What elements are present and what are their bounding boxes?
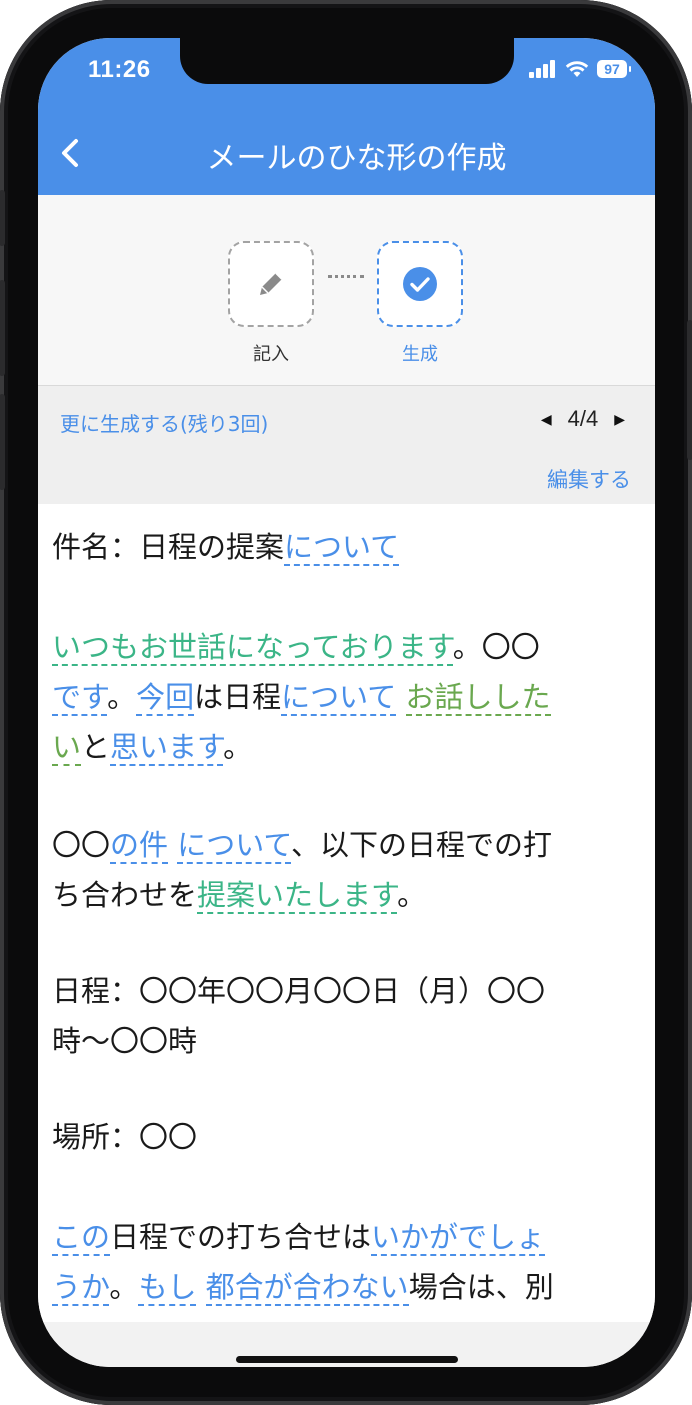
mute-switch xyxy=(0,190,5,246)
phrase-suggestion[interactable]: 都合が合わない xyxy=(205,1270,409,1306)
email-paragraph-2: 〇〇の件 について、以下の日程での打ち合わせを提案いたします。 xyxy=(52,820,642,920)
body-text: 。 xyxy=(107,680,137,714)
phrase-suggestion[interactable]: この xyxy=(52,1220,111,1256)
pencil-icon xyxy=(260,272,283,295)
status-icons: 97 xyxy=(529,60,631,78)
phrase-suggestion[interactable]: について xyxy=(284,530,400,566)
phrase-suggestion[interactable]: いつもお世話になっております xyxy=(52,630,453,666)
body-text: 。〇〇 xyxy=(452,630,540,664)
phrase-suggestion[interactable]: お話しした xyxy=(405,680,551,716)
body-text: 。 xyxy=(223,730,253,764)
body-text: 〇〇 xyxy=(52,828,111,862)
step-input-label: 記入 xyxy=(253,344,289,365)
body-text: 日程：〇〇年〇〇月〇〇日（月）〇〇 xyxy=(52,974,546,1008)
body-text: 。 xyxy=(109,1270,139,1304)
phrase-suggestion[interactable]: について xyxy=(177,828,291,864)
signal-icon xyxy=(529,60,555,78)
edit-button[interactable]: 編集する xyxy=(547,464,631,494)
phrase-suggestion[interactable]: について xyxy=(281,680,397,716)
status-time: 11:26 xyxy=(88,56,151,83)
battery-icon: 97 xyxy=(597,60,631,78)
body-text: 場所：〇〇 xyxy=(52,1120,198,1154)
step-generate-label: 生成 xyxy=(402,344,438,365)
body-text: 。 xyxy=(397,878,427,912)
step-generate-box xyxy=(377,241,463,327)
step-input-box xyxy=(228,241,314,327)
result-toolbar: 更に生成する(残り3回) ◀ 4/4 ▶ 編集する xyxy=(38,386,655,504)
phrase-suggestion[interactable]: もし xyxy=(138,1270,197,1306)
notch xyxy=(180,38,514,84)
wifi-icon xyxy=(565,61,589,77)
body-text: 場合は、別 xyxy=(408,1270,554,1304)
phrase-suggestion[interactable]: の件 xyxy=(110,828,169,864)
prev-arrow-icon[interactable]: ◀ xyxy=(541,411,552,428)
phrase-suggestion[interactable]: です xyxy=(52,680,108,716)
phrase-suggestion[interactable]: 今回 xyxy=(136,680,195,716)
phrase-suggestion[interactable]: 思います xyxy=(110,730,224,766)
page-title: メールのひな形の作成 xyxy=(206,141,507,176)
email-paragraph-5: この日程での打ち合せはいかがでしょうか。もし 都合が合わない場合は、別 xyxy=(52,1212,642,1312)
pager: ◀ 4/4 ▶ xyxy=(541,406,625,432)
step-indicator: 記入 生成 xyxy=(38,195,655,386)
email-body: 件名：日程の提案について いつもお世話になっております。〇〇 です。今回は日程につ… xyxy=(38,504,655,1322)
body-text: 時〜〇〇時 xyxy=(52,1024,198,1058)
body-text: 、以下の日程での打 xyxy=(290,828,552,862)
email-paragraph-4: 場所：〇〇 xyxy=(52,1112,642,1162)
email-paragraph-3: 日程：〇〇年〇〇月〇〇日（月）〇〇 時〜〇〇時 xyxy=(52,966,642,1066)
nav-bar: メールのひな形の作成 xyxy=(38,113,655,195)
body-text: ち合わせを xyxy=(52,878,198,912)
body-text: 日程での打ち合せは xyxy=(110,1220,372,1254)
home-indicator[interactable] xyxy=(236,1356,458,1363)
screen: 11:26 97 メールのひな形の作成 記入 生成 更に生成する(残り3回) ◀… xyxy=(38,38,655,1367)
email-subject: 件名：日程の提案について xyxy=(52,522,642,572)
subject-text: 件名：日程の提案 xyxy=(52,530,285,564)
phrase-suggestion[interactable]: 提案いたします xyxy=(197,878,398,914)
step-connector xyxy=(328,275,364,278)
battery-level: 97 xyxy=(604,61,620,77)
side-button xyxy=(687,320,692,460)
generate-more-link[interactable]: 更に生成する(残り3回) xyxy=(60,408,268,437)
body-text: と xyxy=(81,730,111,764)
email-paragraph-1: いつもお世話になっております。〇〇 です。今回は日程について お話しした いと思いま… xyxy=(52,622,642,772)
page-indicator: 4/4 xyxy=(567,406,599,431)
phrase-suggestion[interactable]: うか xyxy=(52,1270,110,1306)
check-circle-icon xyxy=(403,267,437,301)
next-arrow-icon[interactable]: ▶ xyxy=(614,411,625,428)
volume-up-button xyxy=(0,280,5,376)
phrase-suggestion[interactable]: いかがでしょ xyxy=(371,1220,546,1256)
phrase-suggestion[interactable]: い xyxy=(52,730,82,766)
volume-down-button xyxy=(0,394,5,490)
body-text: は日程 xyxy=(194,680,282,714)
